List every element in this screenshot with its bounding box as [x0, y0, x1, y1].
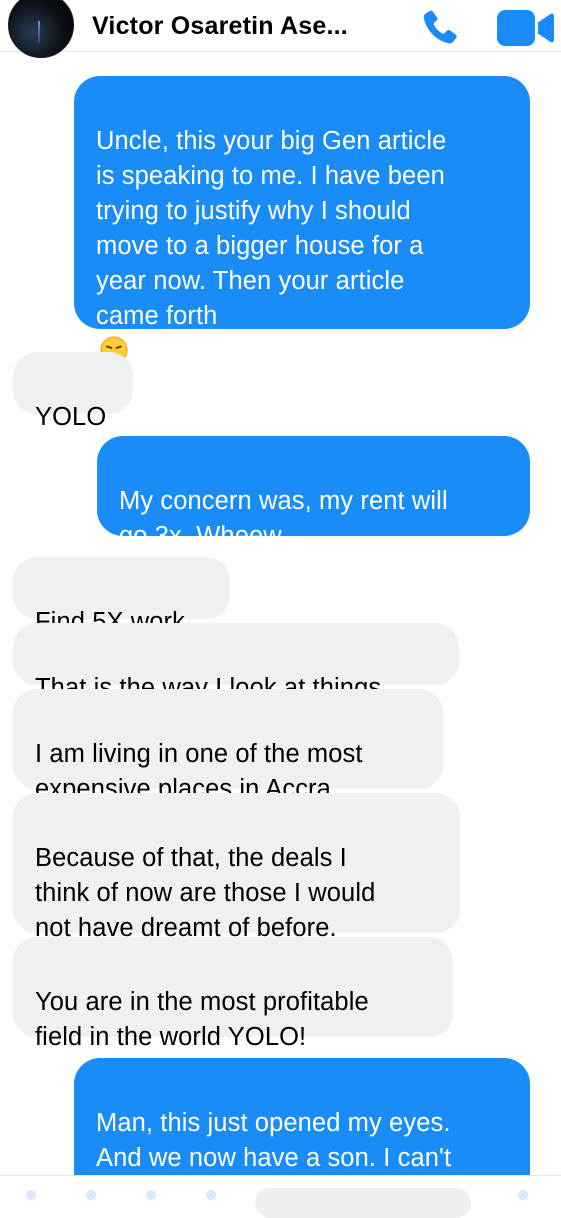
conversation-header: Victor Osaretin Ase...: [0, 0, 561, 58]
composer-action-icon[interactable]: [146, 1190, 156, 1200]
outgoing-message[interactable]: My concern was, my rent will go 3x. Whee…: [97, 436, 530, 550]
message-text: My concern was, my rent will go 3x. Whee…: [119, 487, 448, 550]
composer-action-icon[interactable]: [206, 1190, 216, 1200]
outgoing-message[interactable]: Uncle, this your big Gen article is spea…: [74, 76, 530, 364]
phone-icon[interactable]: [417, 5, 463, 51]
like-icon[interactable]: [518, 1190, 528, 1200]
composer-action-icon[interactable]: [86, 1190, 96, 1200]
video-camera-icon[interactable]: [496, 8, 554, 48]
message-input[interactable]: [255, 1188, 471, 1218]
incoming-message[interactable]: YOLO: [13, 352, 133, 431]
incoming-message[interactable]: Find 5X work: [13, 557, 230, 636]
incoming-message[interactable]: I am living in one of the most expensive…: [13, 689, 443, 803]
incoming-message[interactable]: You are in the most profitable field in …: [13, 937, 453, 1051]
message-text: YOLO: [35, 403, 107, 431]
contact-avatar[interactable]: [8, 0, 74, 58]
composer-bar: [0, 1175, 561, 1218]
contact-name[interactable]: Victor Osaretin Ase...: [92, 12, 348, 41]
message-text: Because of that, the deals I think of no…: [35, 844, 376, 942]
message-text: You are in the most profitable field in …: [35, 988, 369, 1051]
incoming-message[interactable]: Because of that, the deals I think of no…: [13, 793, 460, 942]
incoming-message[interactable]: That is the way I look at things: [13, 623, 459, 702]
composer-action-icon[interactable]: [26, 1190, 36, 1200]
message-thread[interactable]: Uncle, this your big Gen article is spea…: [0, 52, 561, 1200]
message-text: Uncle, this your big Gen article is spea…: [96, 127, 447, 330]
